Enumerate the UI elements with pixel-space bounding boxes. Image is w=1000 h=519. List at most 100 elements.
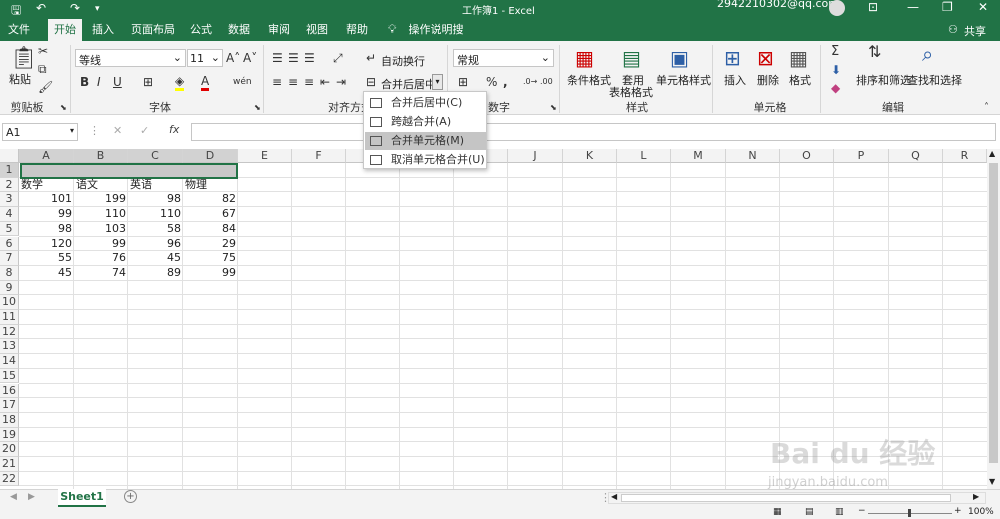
cell[interactable]: 75: [183, 251, 238, 266]
align-top-icon[interactable]: ☰: [272, 51, 283, 65]
cell-style-button[interactable]: 单元格样式: [656, 72, 711, 88]
prev-sheet-icon[interactable]: ◀: [10, 492, 17, 502]
column-header[interactable]: M: [671, 149, 726, 163]
horizontal-scrollbar[interactable]: ◀ ▶: [608, 492, 986, 504]
phonetic-icon[interactable]: wén: [233, 75, 252, 89]
row-header[interactable]: 13: [0, 339, 19, 355]
cell[interactable]: 语文: [74, 178, 128, 193]
comma-icon[interactable]: ,: [503, 75, 508, 89]
align-center-icon[interactable]: ≡: [288, 75, 298, 89]
cell[interactable]: 82: [183, 192, 238, 207]
cell[interactable]: 45: [128, 251, 183, 266]
close-icon[interactable]: ✕: [978, 0, 988, 14]
row-header[interactable]: 3: [0, 192, 19, 208]
cell[interactable]: 199: [74, 192, 128, 207]
normal-view-icon[interactable]: ▦: [773, 507, 782, 517]
borders-icon[interactable]: ⊞: [143, 75, 153, 89]
paste-icon[interactable]: 📋︎: [10, 47, 38, 71]
cell[interactable]: 98: [128, 192, 183, 207]
cell[interactable]: 74: [74, 266, 128, 281]
row-header[interactable]: 20: [0, 442, 19, 457]
font-color-icon[interactable]: A: [201, 74, 210, 91]
row-header[interactable]: 2: [0, 177, 19, 193]
underline-button[interactable]: U: [113, 75, 122, 89]
row-header[interactable]: 11: [0, 310, 19, 325]
tab-view[interactable]: 视图: [300, 19, 334, 41]
tab-help[interactable]: 帮助: [340, 19, 374, 41]
cell[interactable]: 89: [128, 266, 183, 281]
sort-filter-button[interactable]: 排序和筛选: [856, 72, 911, 88]
cancel-icon[interactable]: ✕: [113, 124, 122, 137]
delete-cells-button[interactable]: 删除: [757, 72, 779, 88]
decrease-decimal-icon[interactable]: .00: [540, 75, 553, 89]
cell[interactable]: 数学: [19, 178, 74, 193]
copy-icon[interactable]: ⧉: [38, 62, 47, 76]
conditional-format-button[interactable]: 条件格式: [567, 72, 611, 88]
row-header[interactable]: 22: [0, 471, 19, 487]
name-box[interactable]: A1 ▾: [2, 123, 78, 141]
row-header[interactable]: 7: [0, 251, 19, 266]
zoom-out-icon[interactable]: −: [858, 506, 866, 516]
cell[interactable]: 110: [128, 207, 183, 222]
cell[interactable]: 英语: [128, 178, 183, 193]
ribbon-display-icon[interactable]: ⊡: [868, 0, 878, 14]
scroll-up-icon[interactable]: ▲: [989, 149, 995, 158]
cell[interactable]: 29: [183, 237, 238, 252]
column-header[interactable]: A: [19, 149, 74, 163]
tab-file[interactable]: 文件: [2, 19, 36, 41]
clear-icon[interactable]: ◆: [831, 81, 840, 95]
wrap-text-button[interactable]: 自动换行: [381, 53, 425, 69]
column-header[interactable]: Q: [889, 149, 943, 163]
insert-function-button[interactable]: fx: [169, 123, 179, 136]
scroll-right-icon[interactable]: ▶: [973, 492, 979, 501]
table-format-line2[interactable]: 表格格式: [609, 84, 653, 100]
cell[interactable]: 103: [74, 222, 128, 237]
column-header[interactable]: J: [508, 149, 563, 163]
page-layout-icon[interactable]: ▤: [805, 507, 814, 517]
bold-button[interactable]: B: [80, 75, 89, 89]
cell[interactable]: 99: [74, 237, 128, 252]
align-middle-icon[interactable]: ☰: [288, 51, 299, 65]
tab-home[interactable]: 开始: [48, 19, 82, 41]
fill-icon[interactable]: ⬇: [831, 63, 841, 77]
italic-button[interactable]: I: [97, 75, 101, 89]
tab-formulas[interactable]: 公式: [184, 19, 218, 41]
column-header[interactable]: C: [128, 149, 183, 163]
row-header[interactable]: 10: [0, 295, 19, 310]
row-header[interactable]: 6: [0, 236, 19, 252]
scroll-thumb[interactable]: [989, 163, 998, 463]
menu-item-merge-across[interactable]: 跨越合并(A): [365, 113, 486, 131]
column-header[interactable]: B: [74, 149, 128, 163]
row-header[interactable]: 19: [0, 427, 19, 443]
row-header[interactable]: 17: [0, 398, 19, 413]
column-header[interactable]: D: [183, 149, 238, 163]
align-bottom-icon[interactable]: ☰: [304, 51, 315, 65]
cell[interactable]: 76: [74, 251, 128, 266]
paste-button[interactable]: 粘贴: [9, 71, 31, 87]
add-sheet-icon[interactable]: +: [124, 490, 137, 503]
scroll-left-icon[interactable]: ◀: [611, 492, 617, 501]
cell[interactable]: 110: [74, 207, 128, 222]
autosum-icon[interactable]: Σ: [831, 45, 839, 59]
undo-icon[interactable]: ↶: [36, 1, 46, 15]
cell[interactable]: 55: [19, 251, 74, 266]
sheet-tab-sheet1[interactable]: Sheet1: [58, 489, 106, 507]
hscroll-thumb[interactable]: [621, 494, 951, 502]
cell[interactable]: 120: [19, 237, 74, 252]
align-left-icon[interactable]: ≡: [272, 75, 282, 89]
row-header[interactable]: 15: [0, 368, 19, 384]
font-size-select[interactable]: 11 ⌄: [187, 49, 223, 67]
cell[interactable]: 物理: [183, 178, 238, 193]
cell[interactable]: 45: [19, 266, 74, 281]
column-header[interactable]: K: [563, 149, 617, 163]
select-all-corner[interactable]: [0, 149, 19, 163]
fill-color-icon[interactable]: ◈: [175, 74, 185, 91]
clipboard-launcher-icon[interactable]: ⬊: [60, 101, 67, 115]
row-header[interactable]: 21: [0, 457, 19, 472]
accounting-icon[interactable]: ⊞: [458, 75, 468, 89]
account-email[interactable]: 2942210302@qq.com: [717, 0, 839, 10]
tab-data[interactable]: 数据: [222, 19, 256, 41]
page-break-icon[interactable]: ▥: [835, 507, 844, 517]
decrease-indent-icon[interactable]: ⇤: [320, 75, 330, 89]
zoom-level[interactable]: 100%: [968, 507, 994, 517]
